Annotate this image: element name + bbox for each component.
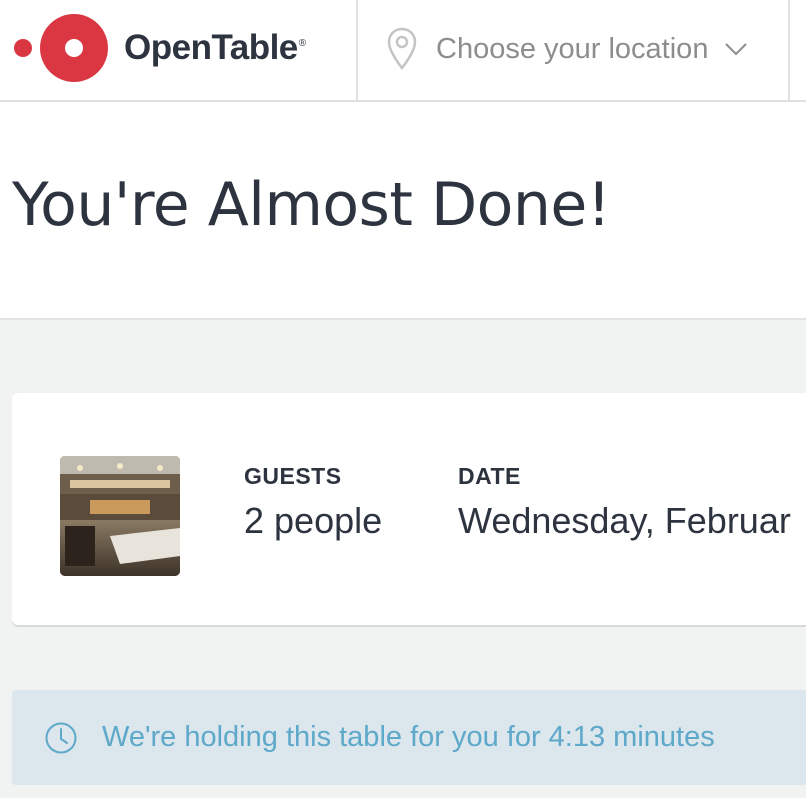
location-pin-icon [387,27,417,70]
location-selector[interactable]: Choose your location [386,24,748,74]
registered-mark: ® [298,38,306,50]
date-value: Wednesday, Februar [458,500,791,541]
restaurant-interior-image [60,456,180,576]
guests-value: 2 people [244,500,383,541]
guests-label: GUESTS [244,463,342,489]
logo-dot-icon [14,39,32,57]
chevron-down-icon [725,43,748,56]
title-section: You're Almost Done! [0,102,806,320]
hold-message: We're holding this table for you for 4:1… [102,721,715,753]
header-divider-right [788,0,790,100]
logo-circle-icon [40,14,108,82]
page-title: You're Almost Done! [12,170,611,240]
location-placeholder: Choose your location [436,32,709,65]
top-header: OpenTable® Choose your location [0,0,806,102]
brand-name: OpenTable® [124,28,306,67]
header-divider [356,0,358,100]
table-hold-banner: We're holding this table for you for 4:1… [12,690,806,785]
reservation-summary-card: GUESTS 2 people DATE Wednesday, Februar [12,393,806,625]
date-field: DATE Wednesday, Februar [458,463,791,542]
opentable-logo[interactable]: OpenTable® [14,13,306,83]
guests-field: GUESTS 2 people [244,463,382,542]
clock-icon [45,722,77,753]
date-label: DATE [458,463,521,489]
restaurant-photo [60,456,180,576]
